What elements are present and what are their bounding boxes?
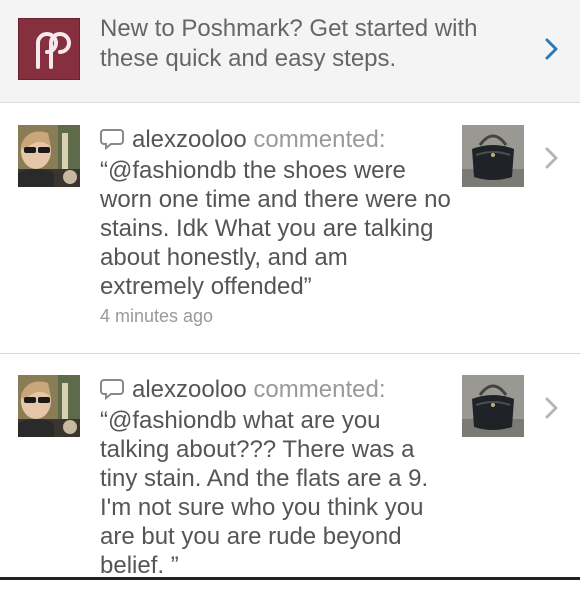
comment-text: “@fashiondb what are you talking about??… — [100, 407, 429, 579]
listing-thumbnail[interactable] — [462, 125, 524, 187]
action-verb: commented: — [253, 376, 386, 403]
timestamp: 4 minutes ago — [100, 306, 214, 326]
username-link[interactable]: alexzooloo — [132, 126, 247, 153]
avatar[interactable] — [18, 375, 80, 437]
avatar[interactable] — [18, 125, 80, 187]
notification-item[interactable]: alexzooloo commented: “@fashiondb the sh… — [0, 103, 580, 354]
notification-header: alexzooloo commented: — [100, 125, 385, 155]
chevron-right-icon[interactable] — [545, 397, 559, 419]
notification-header: alexzooloo commented: — [100, 375, 385, 405]
username-link[interactable]: alexzooloo — [132, 376, 247, 403]
listing-thumbnail[interactable] — [462, 375, 524, 437]
action-verb: commented: — [253, 126, 386, 153]
comment-text: “@fashiondb the shoes were worn one time… — [100, 157, 451, 300]
notification-item[interactable]: alexzooloo commented: “@fashiondb what a… — [0, 355, 580, 605]
poshmark-logo-icon — [18, 18, 80, 80]
comment-bubble-icon — [100, 129, 124, 150]
chevron-right-icon[interactable] — [545, 38, 559, 60]
comment-bubble-icon — [100, 379, 124, 400]
getting-started-banner[interactable]: New to Poshmark? Get started with these … — [0, 0, 580, 103]
banner-message: New to Poshmark? Get started with these … — [100, 15, 478, 72]
chevron-right-icon[interactable] — [545, 147, 559, 169]
